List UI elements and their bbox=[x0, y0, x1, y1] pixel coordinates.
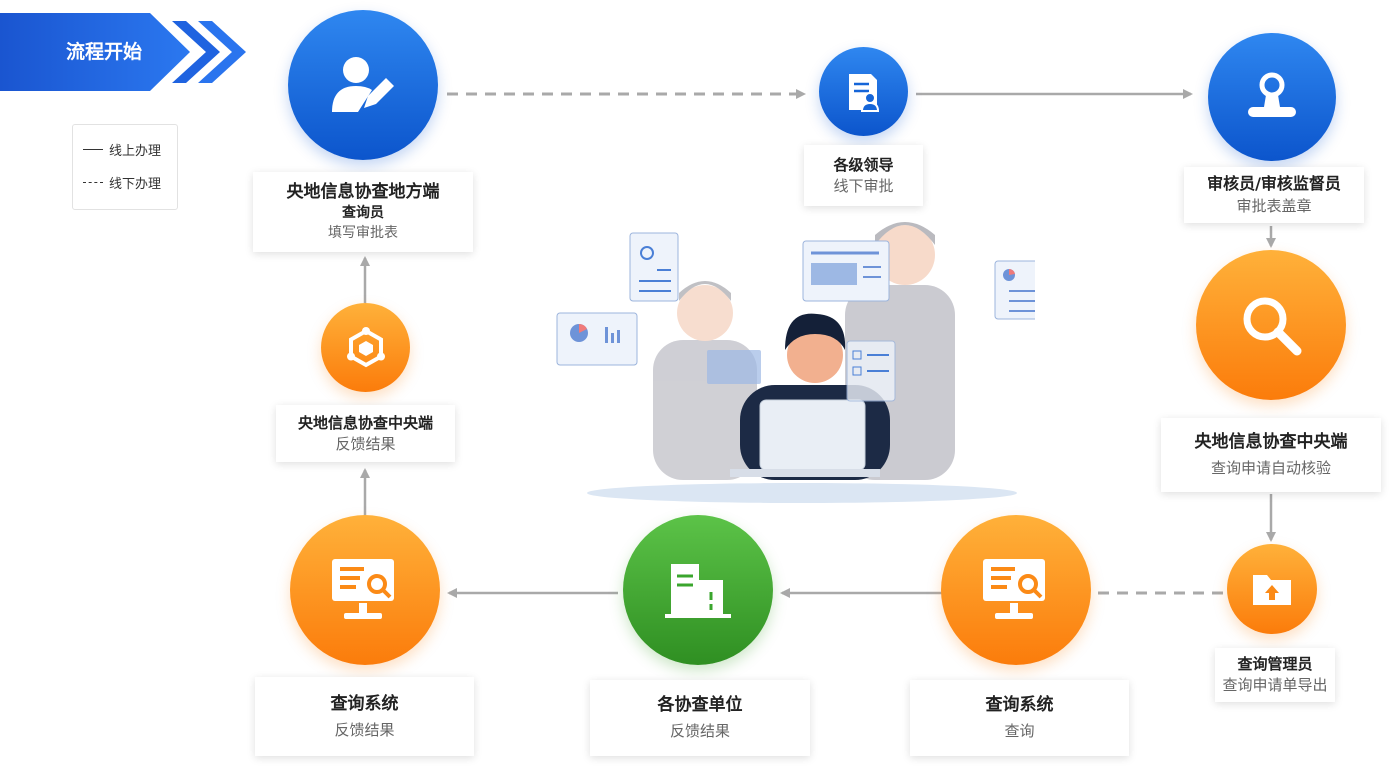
central-check-node bbox=[1196, 250, 1346, 400]
magnifier-icon bbox=[1243, 297, 1302, 356]
query-system-right-card: 查询系统 查询 bbox=[910, 680, 1129, 756]
query-system-left-card: 查询系统 反馈结果 bbox=[255, 677, 474, 756]
central-feedback-title: 央地信息协查中央端 bbox=[297, 413, 433, 432]
office-illustration bbox=[556, 222, 1035, 503]
doc-report-icon bbox=[994, 260, 1035, 320]
monitor-search-icon bbox=[332, 559, 394, 619]
central-feedback-node bbox=[321, 303, 410, 392]
doc-overlay-icon bbox=[707, 350, 761, 384]
units-action: 反馈结果 bbox=[669, 722, 730, 740]
document-user-icon bbox=[848, 73, 879, 112]
central-check-title: 央地信息协查中央端 bbox=[1194, 432, 1348, 452]
local-query-subtitle: 查询员 bbox=[342, 205, 384, 221]
query-admin-action: 查询申请单导出 bbox=[1222, 676, 1328, 694]
auditor-action: 审批表盖章 bbox=[1236, 197, 1312, 215]
units-title: 各协查单位 bbox=[657, 695, 743, 715]
query-admin-title: 查询管理员 bbox=[1237, 655, 1313, 673]
stamp-icon bbox=[1248, 72, 1296, 117]
central-feedback-action: 反馈结果 bbox=[335, 434, 396, 453]
central-check-card: 央地信息协查中央端 查询申请自动核验 bbox=[1161, 418, 1381, 492]
auditor-title: 审核员/审核监督员 bbox=[1207, 174, 1341, 193]
hexagon-network-icon bbox=[346, 326, 385, 367]
query-admin-card: 查询管理员 查询申请单导出 bbox=[1215, 648, 1335, 702]
user-edit-icon bbox=[332, 57, 394, 112]
leaders-title: 各级领导 bbox=[833, 155, 894, 174]
units-card: 各协查单位 反馈结果 bbox=[590, 680, 810, 756]
query-system-left-title: 查询系统 bbox=[330, 693, 399, 714]
doc-checklist-icon bbox=[846, 340, 896, 402]
doc-form-icon bbox=[802, 240, 890, 302]
local-query-action: 填写审批表 bbox=[328, 225, 398, 241]
query-system-right-action: 查询 bbox=[1004, 722, 1035, 740]
local-query-title: 央地信息协查地方端 bbox=[286, 182, 440, 202]
local-query-node bbox=[288, 10, 438, 160]
query-system-left-action: 反馈结果 bbox=[334, 720, 395, 739]
query-system-left-node bbox=[290, 515, 440, 665]
leaders-node bbox=[819, 47, 908, 136]
local-query-card: 央地信息协查地方端 查询员 填写审批表 bbox=[253, 172, 473, 252]
monitor-search-icon bbox=[983, 559, 1045, 619]
central-feedback-card: 央地信息协查中央端 反馈结果 bbox=[276, 405, 455, 462]
doc-search-icon bbox=[629, 232, 679, 302]
leaders-action: 线下审批 bbox=[833, 176, 894, 195]
query-system-right-title: 查询系统 bbox=[985, 695, 1054, 715]
query-system-right-node bbox=[941, 515, 1091, 665]
auditor-node bbox=[1208, 33, 1336, 161]
doc-chart-icon bbox=[556, 312, 638, 366]
auditor-card: 审核员/审核监督员 审批表盖章 bbox=[1184, 167, 1364, 223]
query-admin-node bbox=[1227, 544, 1317, 634]
folder-upload-icon bbox=[1253, 575, 1291, 605]
building-icon bbox=[665, 564, 731, 618]
central-check-action: 查询申请自动核验 bbox=[1210, 459, 1331, 477]
units-node bbox=[623, 515, 773, 665]
leaders-card: 各级领导 线下审批 bbox=[804, 145, 923, 206]
